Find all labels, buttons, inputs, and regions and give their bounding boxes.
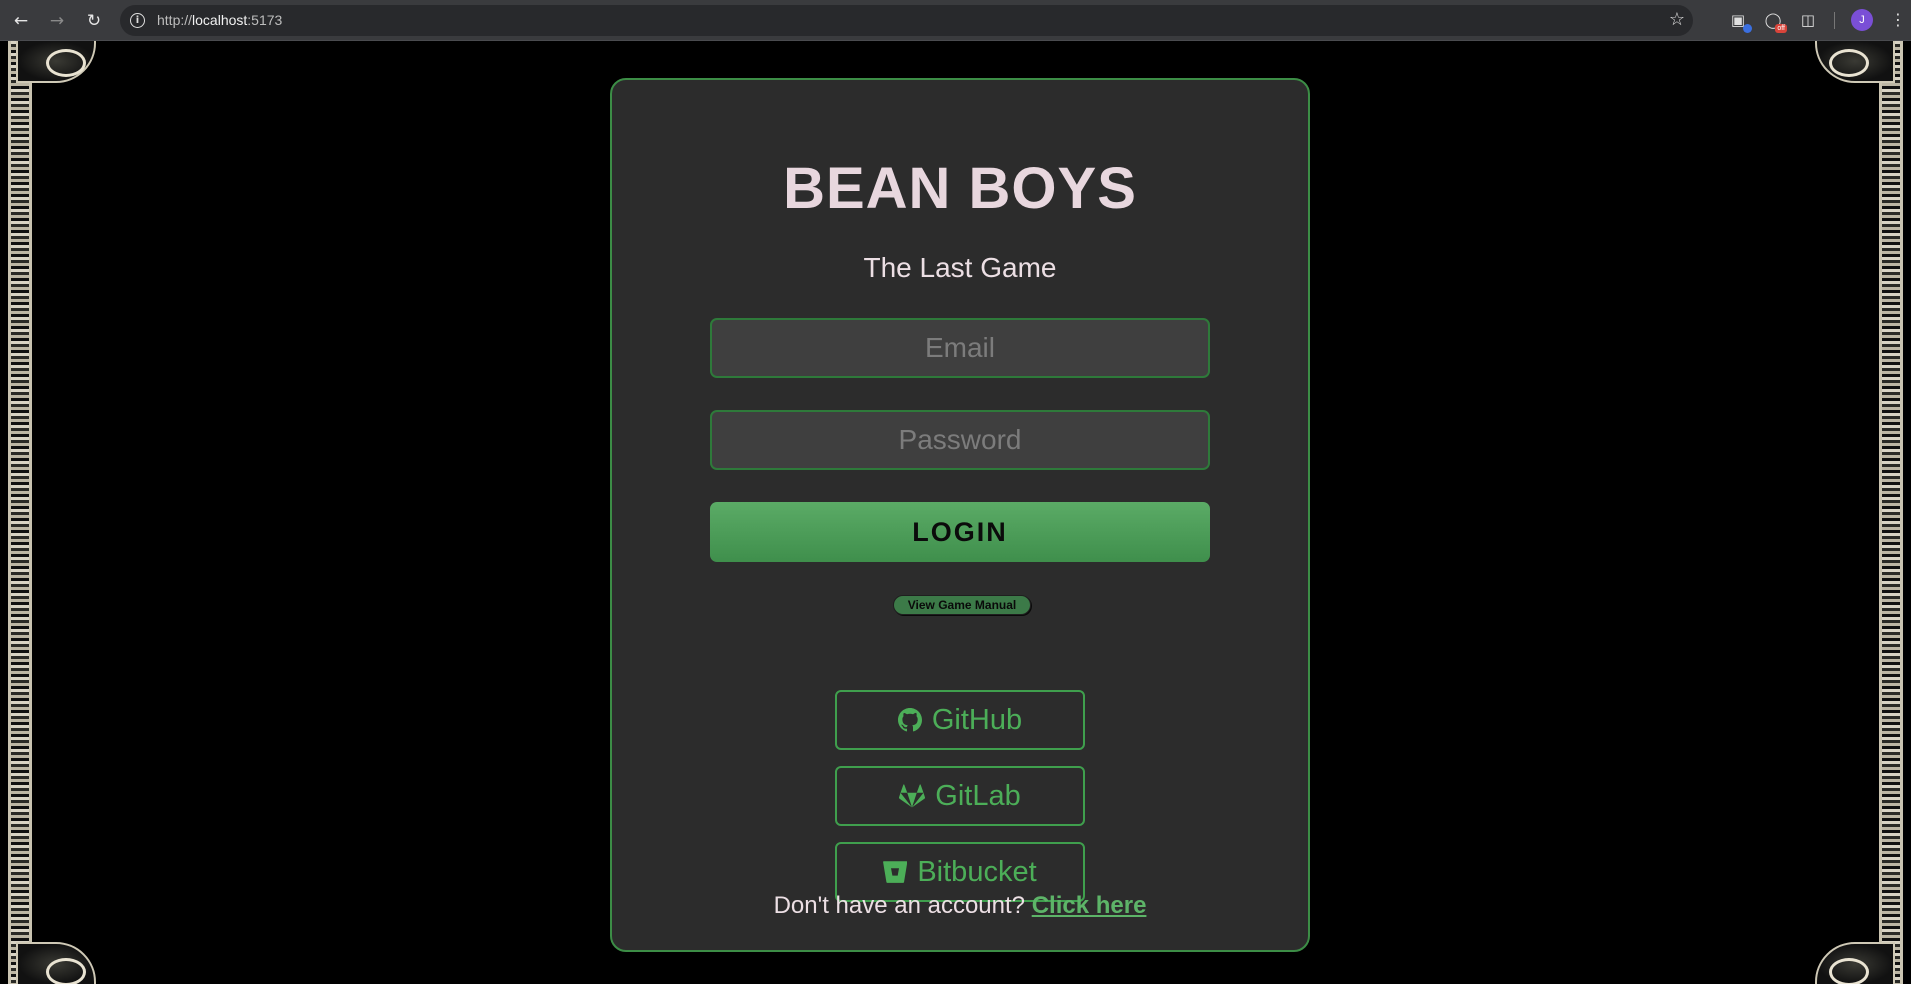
browser-toolbar: ← → ↻ i http://localhost:5173 ☆ ▣ ◯ off ◫… xyxy=(0,0,1911,41)
ornate-corner-bottom-left xyxy=(16,942,96,984)
github-icon xyxy=(897,708,922,732)
page-viewport: BEAN BOYS The Last Game LOGIN View Game … xyxy=(0,41,1911,984)
game-title: BEAN BOYS xyxy=(783,156,1137,221)
gitlab-icon xyxy=(899,784,926,808)
toolbar-divider xyxy=(1834,12,1835,29)
view-game-manual-button[interactable]: View Game Manual xyxy=(893,595,1031,615)
browser-menu-icon[interactable]: ⋮ xyxy=(1890,9,1906,31)
site-info-icon[interactable]: i xyxy=(130,13,145,28)
profile-avatar[interactable]: J xyxy=(1851,9,1873,31)
forward-arrow-icon[interactable]: → xyxy=(45,9,69,33)
extension-badge-dot xyxy=(1743,24,1752,33)
signup-link[interactable]: Click here xyxy=(1032,892,1147,919)
signup-prompt-text: Don't have an account? xyxy=(773,892,1026,919)
reload-icon[interactable]: ↻ xyxy=(82,9,106,33)
extension-icon[interactable]: ▣ xyxy=(1727,9,1752,33)
extensions-puzzle-icon[interactable]: ◫ xyxy=(1797,9,1819,31)
login-card: BEAN BOYS The Last Game LOGIN View Game … xyxy=(610,78,1310,952)
bookmark-star-icon[interactable]: ☆ xyxy=(1669,9,1685,30)
ornate-corner-top-right xyxy=(1815,41,1895,83)
github-login-button[interactable]: GitHub xyxy=(835,690,1085,750)
ornate-frame-left xyxy=(8,41,32,984)
url-scheme: http:// xyxy=(157,12,193,28)
address-bar[interactable]: i http://localhost:5173 ☆ xyxy=(120,5,1693,36)
game-subtitle: The Last Game xyxy=(863,252,1057,283)
back-arrow-icon[interactable]: ← xyxy=(9,9,33,33)
url-port: :5173 xyxy=(247,12,283,28)
bitbucket-icon xyxy=(883,861,908,883)
email-field[interactable] xyxy=(710,318,1210,378)
bitbucket-label: Bitbucket xyxy=(917,855,1037,888)
gitlab-label: GitLab xyxy=(935,779,1021,812)
github-label: GitHub xyxy=(931,703,1023,736)
extension-off-badge: off xyxy=(1775,24,1787,33)
login-button[interactable]: LOGIN xyxy=(710,502,1210,562)
address-url[interactable]: http://localhost:5173 xyxy=(157,12,282,28)
gitlab-login-button[interactable]: GitLab xyxy=(835,766,1085,826)
ornate-frame-right xyxy=(1879,41,1903,984)
ornate-corner-bottom-right xyxy=(1815,942,1895,984)
signup-prompt: Don't have an account? Click here xyxy=(612,892,1308,920)
extension-toggle-icon[interactable]: ◯ off xyxy=(1762,9,1787,33)
url-host: localhost xyxy=(192,12,248,28)
password-field[interactable] xyxy=(710,410,1210,470)
ornate-corner-top-left xyxy=(16,41,96,83)
